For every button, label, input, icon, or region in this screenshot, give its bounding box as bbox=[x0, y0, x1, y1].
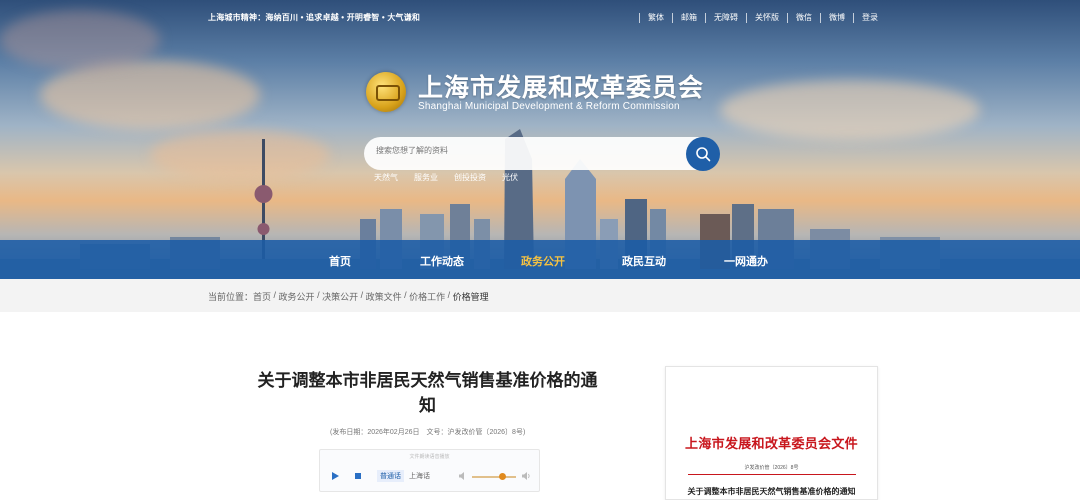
site-title[interactable]: 上海市发展和改革委员会 bbox=[418, 68, 704, 104]
hot-keyword[interactable]: 创投投资 bbox=[454, 172, 486, 183]
search-icon bbox=[696, 147, 711, 162]
hot-keyword[interactable]: 服务业 bbox=[414, 172, 438, 183]
stop-icon[interactable] bbox=[355, 473, 361, 479]
site-subtitle: Shanghai Municipal Development & Reform … bbox=[418, 101, 680, 112]
volume-slider[interactable] bbox=[472, 476, 516, 478]
audio-player: 文件朗读语音播放 普通话 上海话 bbox=[319, 449, 540, 492]
hot-keyword[interactable]: 天然气 bbox=[374, 172, 398, 183]
breadcrumb-current: 价格管理 bbox=[452, 292, 489, 302]
volume-slider-handle[interactable] bbox=[499, 473, 507, 480]
volume-high-icon[interactable] bbox=[521, 471, 531, 481]
player-hint: 文件朗读语音播放 bbox=[409, 454, 450, 460]
city-motto: 上海城市精神：海纳百川 • 追求卓越 • 开明睿智 • 大气谦和 bbox=[208, 13, 421, 22]
breadcrumb: 当前位置： 首页 / 政务公开 / 决策公开 / 政策文件 / 价格工作 / 价… bbox=[208, 290, 489, 303]
hot-keyword[interactable]: 光伏 bbox=[502, 172, 518, 183]
document-number: 沪发改价管〔2026〕8号 bbox=[744, 465, 799, 471]
main-nav: 首页 工作动态 政务公开 政民互动 一网通办 bbox=[0, 240, 1080, 279]
hot-keywords: 天然气 服务业 创投投资 光伏 bbox=[374, 172, 518, 183]
search-button[interactable] bbox=[686, 137, 720, 171]
nav-government-affairs[interactable]: 政务公开 bbox=[521, 253, 565, 269]
breadcrumb-item[interactable]: 首页 bbox=[253, 290, 271, 303]
elderly-care-link[interactable]: 关怀版 bbox=[747, 12, 787, 23]
breadcrumb-bar: 当前位置： 首页 / 政务公开 / 决策公开 / 政策文件 / 价格工作 / 价… bbox=[0, 279, 1080, 312]
top-links: 繁体 邮箱 无障碍 关怀版 微信 微博 登录 bbox=[639, 12, 886, 23]
nav-home[interactable]: 首页 bbox=[329, 253, 351, 269]
nav-work-news[interactable]: 工作动态 bbox=[420, 253, 464, 269]
breadcrumb-label: 当前位置： bbox=[208, 292, 254, 302]
accessibility-link[interactable]: 无障碍 bbox=[706, 12, 746, 23]
breadcrumb-item[interactable]: 决策公开 bbox=[322, 290, 358, 303]
weibo-link[interactable]: 微博 bbox=[821, 12, 853, 23]
wechat-link[interactable]: 微信 bbox=[788, 12, 820, 23]
document-preview[interactable]: 上海市发展和改革委员会文件 沪发改价管〔2026〕8号 关于调整本市非居民天然气… bbox=[665, 366, 878, 500]
mailbox-link[interactable]: 邮箱 bbox=[673, 12, 705, 23]
nav-public-interaction[interactable]: 政民互动 bbox=[622, 253, 666, 269]
search-input[interactable] bbox=[376, 146, 676, 155]
breadcrumb-item[interactable]: 政策文件 bbox=[366, 290, 402, 303]
emblem-logo[interactable] bbox=[366, 72, 406, 112]
cloud bbox=[0, 10, 160, 70]
login-link[interactable]: 登录 bbox=[854, 12, 886, 23]
article-title: 关于调整本市非居民天然气销售基准价格的通知 bbox=[257, 371, 598, 415]
article-meta: (发布日期：2026年02月26日 文号：沪发改价管〔2026〕8号) bbox=[330, 429, 526, 436]
traditional-chinese-link[interactable]: 繁体 bbox=[640, 12, 672, 23]
mandarin-option[interactable]: 普通话 bbox=[377, 470, 404, 482]
nav-one-stop-service[interactable]: 一网通办 bbox=[724, 253, 768, 269]
document-heading: 上海市发展和改革委员会文件 bbox=[685, 436, 858, 451]
breadcrumb-item[interactable]: 价格工作 bbox=[409, 290, 445, 303]
breadcrumb-item[interactable]: 政务公开 bbox=[279, 290, 315, 303]
shanghainese-option[interactable]: 上海话 bbox=[406, 470, 433, 482]
search-bar bbox=[364, 137, 714, 170]
play-icon[interactable] bbox=[332, 472, 339, 480]
document-red-line bbox=[688, 474, 856, 475]
document-subject: 关于调整本市非居民天然气销售基准价格的通知 bbox=[687, 487, 856, 496]
volume-low-icon[interactable] bbox=[458, 471, 468, 481]
